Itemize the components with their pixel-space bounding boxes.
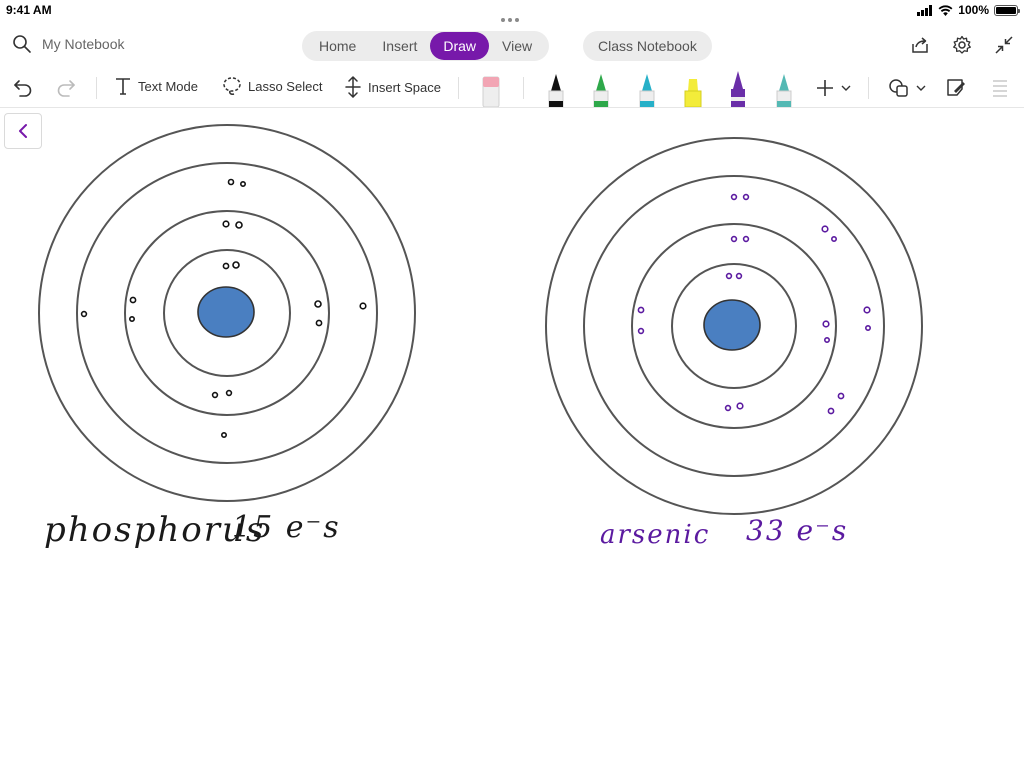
tab-draw[interactable]: Draw — [430, 32, 490, 60]
top-bar: My Notebook Home Insert Draw View Class … — [0, 24, 1024, 68]
lasso-icon — [223, 77, 241, 95]
top-right-actions — [910, 35, 1014, 55]
shapes-icon — [889, 79, 908, 97]
toolbar-divider — [96, 77, 97, 99]
phosphorus-nucleus — [197, 286, 255, 338]
search-area[interactable]: My Notebook — [12, 34, 124, 54]
shapes-button[interactable] — [888, 78, 926, 98]
cellular-signal-icon — [917, 4, 933, 16]
arsenic-electron-count: 33 e⁻s — [746, 514, 849, 547]
lasso-select-label: Lasso Select — [248, 78, 323, 94]
battery-icon — [994, 4, 1020, 16]
chevron-down-icon — [841, 85, 851, 91]
ink-replay-icon[interactable] — [990, 77, 1010, 99]
status-indicators: 100% — [917, 2, 1020, 18]
insert-space-button[interactable]: Insert Space — [344, 76, 441, 98]
search-icon[interactable] — [12, 34, 32, 54]
purple-pen-icon[interactable] — [727, 71, 749, 107]
arsenic-label: arsenic — [600, 520, 711, 550]
tab-view[interactable]: View — [489, 32, 545, 60]
insert-space-label: Insert Space — [368, 79, 441, 95]
wifi-icon — [938, 4, 953, 16]
status-time: 9:41 AM — [6, 3, 52, 17]
lasso-select-button[interactable]: Lasso Select — [222, 76, 322, 96]
tab-home[interactable]: Home — [306, 32, 369, 60]
eraser-icon[interactable] — [480, 71, 502, 107]
black-pen-icon[interactable] — [545, 71, 567, 107]
collapse-fullscreen-icon[interactable] — [994, 35, 1014, 55]
undo-icon[interactable] — [12, 78, 34, 98]
text-mode-button[interactable]: Text Mode — [114, 76, 198, 96]
teal-pen-icon[interactable] — [636, 71, 658, 107]
yellow-highlighter-icon[interactable] — [682, 71, 704, 107]
draw-toolbar: Text Mode Lasso Select Insert Space — [0, 68, 1024, 108]
toolbar-divider — [868, 77, 869, 99]
ink-drawing-layer — [38, 124, 923, 515]
settings-gear-icon[interactable] — [952, 35, 972, 55]
arsenic-electrons — [637, 193, 871, 415]
chevron-down-icon — [916, 85, 926, 91]
ribbon-tabs: Home Insert Draw View — [302, 31, 550, 61]
tab-insert[interactable]: Insert — [369, 32, 430, 60]
toolbar-divider — [523, 77, 524, 99]
add-pen-button[interactable] — [815, 78, 851, 98]
multitasking-dots-icon[interactable] — [501, 9, 523, 22]
insert-space-icon — [345, 76, 361, 98]
text-t-icon — [116, 78, 130, 95]
battery-percentage: 100% — [958, 3, 989, 17]
plus-icon — [817, 80, 833, 96]
notebook-name[interactable]: My Notebook — [42, 36, 124, 52]
arsenic-nucleus — [703, 299, 761, 351]
redo-icon[interactable] — [55, 78, 77, 98]
share-icon[interactable] — [910, 35, 930, 55]
light-teal-pen-icon[interactable] — [773, 71, 795, 107]
toolbar-divider — [458, 77, 459, 99]
ink-to-shape-icon[interactable] — [945, 77, 967, 99]
status-bar: 9:41 AM 100% — [0, 0, 1024, 22]
text-mode-label: Text Mode — [138, 78, 198, 94]
green-pen-icon[interactable] — [590, 71, 612, 107]
notebook-canvas[interactable]: phosphorus 15 e⁻s arsenic 33 e⁻s — [0, 108, 1024, 768]
phosphorus-electron-count: 15 e⁻s — [232, 510, 341, 545]
class-notebook-button[interactable]: Class Notebook — [583, 31, 712, 61]
